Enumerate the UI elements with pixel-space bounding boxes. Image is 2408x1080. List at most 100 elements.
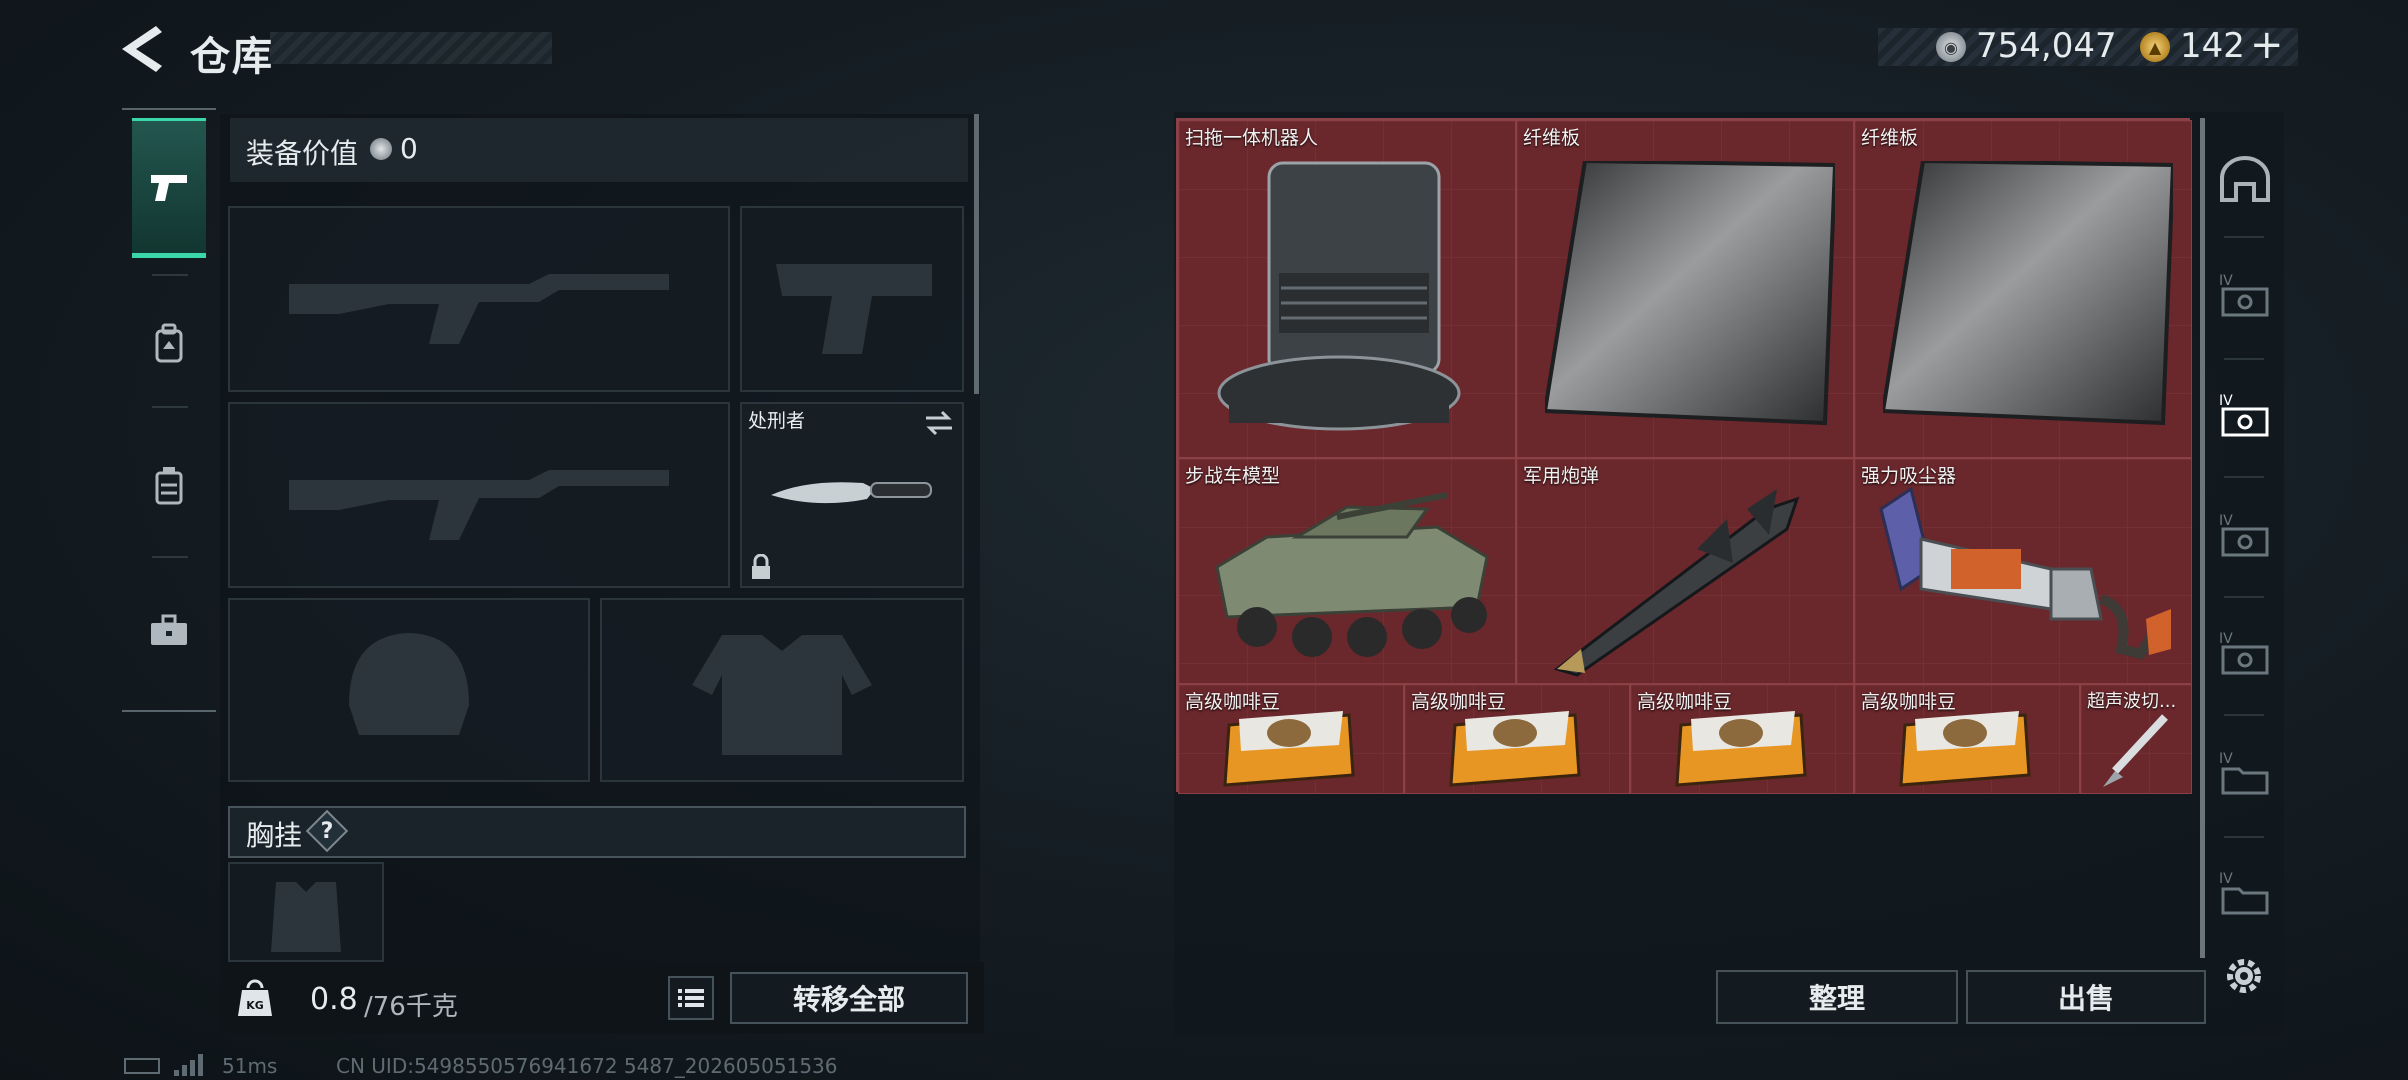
- vacuum-cleaner-icon: [1879, 486, 2171, 660]
- fiber-board-icon: [1545, 161, 1835, 426]
- storage-item[interactable]: 军用炮弹: [1516, 458, 1854, 684]
- storage-item[interactable]: 高级咖啡豆: [1630, 684, 1854, 794]
- folder-icon: IV: [2219, 871, 2269, 915]
- safe-box-icon: IV: [2219, 513, 2269, 557]
- nav-item-weapons[interactable]: [132, 118, 206, 258]
- rail-tab-storage-3[interactable]: IV: [2212, 500, 2278, 570]
- add-gold-button[interactable]: +: [2250, 22, 2284, 68]
- silver-coin-icon: ◉: [1936, 32, 1966, 62]
- storage-item[interactable]: 高级咖啡豆: [1854, 684, 2080, 794]
- equipment-scrollbar[interactable]: [974, 114, 979, 394]
- rail-tab-home[interactable]: [2212, 144, 2278, 214]
- page-title: 仓库: [190, 34, 274, 80]
- lock-icon: [752, 554, 770, 579]
- rig-silhouette-icon: [271, 882, 341, 952]
- gold-amount: 142: [2180, 26, 2245, 66]
- storage-grid: 扫拖一体机器人 纤维板 纤维板 步战车模型 军用炮弹 强力吸尘器 高级咖啡豆 高…: [1176, 118, 2192, 794]
- storage-item[interactable]: 纤维板: [1516, 120, 1854, 458]
- storage-item[interactable]: 强力吸尘器: [1854, 458, 2192, 684]
- chest-rig-slot[interactable]: [228, 862, 384, 962]
- item-label: 高级咖啡豆: [1411, 691, 1507, 713]
- title-stripe: [270, 32, 552, 64]
- weight-value: 0.8: [310, 982, 358, 1017]
- silver-amount: 754,047: [1976, 26, 2117, 66]
- settings-gear-icon[interactable]: [2220, 952, 2268, 1000]
- pistol-silhouette-icon: [776, 264, 932, 354]
- organize-button[interactable]: 整理: [1716, 970, 1958, 1024]
- sidearm-slot[interactable]: [740, 206, 964, 392]
- list-icon: [678, 989, 704, 1007]
- helmet-slot[interactable]: [228, 598, 590, 782]
- helmet-silhouette-icon: [349, 633, 469, 735]
- weight-max: /76千克: [364, 992, 458, 1022]
- military-shell-icon: [1553, 489, 1800, 677]
- battery-icon: [124, 1058, 160, 1074]
- swap-icon[interactable]: [924, 410, 954, 436]
- item-label: 高级咖啡豆: [1861, 691, 1957, 713]
- vest-icon: [155, 467, 183, 505]
- equipment-value-amount: 0: [400, 132, 418, 165]
- signal-icon: [174, 1054, 203, 1076]
- item-label: 高级咖啡豆: [1637, 691, 1733, 713]
- rail-tab-folder-1[interactable]: IV: [2212, 738, 2278, 808]
- item-label: 纤维板: [1523, 127, 1581, 149]
- storage-item[interactable]: 高级咖啡豆: [1404, 684, 1630, 794]
- melee-name: 处刑者: [748, 410, 806, 432]
- tier-label: IV: [2219, 273, 2233, 289]
- item-label: 步战车模型: [1185, 465, 1281, 487]
- storage-scrollbar[interactable]: [2200, 118, 2205, 958]
- robot-vacuum-icon: [1217, 161, 1461, 431]
- transfer-all-button[interactable]: 转移全部: [730, 972, 968, 1024]
- secondary-weapon-slot[interactable]: [228, 402, 730, 588]
- user-uid: CN UID:5498550576941672 5487_20260505153…: [336, 1054, 838, 1078]
- rail-tab-storage-4[interactable]: IV: [2212, 618, 2278, 688]
- item-label: 高级咖啡豆: [1185, 691, 1281, 713]
- ping-value: 51ms: [222, 1054, 278, 1078]
- safe-box-icon: IV: [2219, 393, 2269, 437]
- storage-item[interactable]: 扫拖一体机器人: [1178, 120, 1516, 458]
- nav-item-backpack[interactable]: [132, 274, 206, 414]
- gold-coin-icon: ▲: [2140, 32, 2170, 62]
- rail-tab-storage-2[interactable]: IV: [2212, 380, 2278, 450]
- item-label: 扫拖一体机器人: [1185, 127, 1319, 149]
- tier-label: IV: [2219, 751, 2233, 767]
- tier-label: IV: [2219, 393, 2233, 409]
- rifle-silhouette-icon: [289, 274, 669, 344]
- left-nav: [122, 108, 216, 712]
- coffee-bean-bag-icon: [1675, 711, 1807, 787]
- primary-weapon-slot[interactable]: [228, 206, 730, 392]
- item-label: 军用炮弹: [1523, 465, 1600, 487]
- back-arrow-icon[interactable]: [118, 22, 166, 76]
- list-view-button[interactable]: [668, 976, 714, 1020]
- ultrasonic-cutter-icon: [2103, 714, 2168, 787]
- body-armor-slot[interactable]: [600, 598, 964, 782]
- storage-item[interactable]: 超声波切...: [2080, 684, 2192, 794]
- shelter-icon: [2220, 156, 2270, 202]
- tier-label: IV: [2219, 513, 2233, 529]
- coffee-bean-bag-icon: [1899, 711, 2031, 787]
- storage-item[interactable]: 高级咖啡豆: [1178, 684, 1404, 794]
- storage-item[interactable]: 纤维板: [1854, 120, 2192, 458]
- help-icon[interactable]: ?: [312, 816, 342, 846]
- folder-icon: IV: [2219, 751, 2269, 795]
- tier-label: IV: [2219, 871, 2233, 887]
- rail-tab-folder-2[interactable]: IV: [2212, 858, 2278, 928]
- ifv-model-icon: [1215, 492, 1489, 657]
- melee-slot[interactable]: 处刑者: [740, 402, 964, 588]
- rifle-silhouette-icon: [289, 470, 669, 540]
- storage-item[interactable]: 步战车模型: [1178, 458, 1516, 684]
- tier-label: IV: [2219, 631, 2233, 647]
- pistol-icon: [151, 175, 187, 201]
- nav-item-toolbox[interactable]: [132, 560, 206, 700]
- toolbox-icon: [151, 614, 187, 645]
- safe-box-icon: IV: [2219, 273, 2269, 317]
- chest-rig-label: 胸挂: [246, 819, 303, 852]
- safe-box-icon: IV: [2219, 631, 2269, 675]
- item-label: 纤维板: [1861, 127, 1919, 149]
- rail-tab-storage-1[interactable]: IV: [2212, 260, 2278, 330]
- weight-icon-text: KG: [246, 999, 264, 1012]
- nav-item-vest[interactable]: [132, 416, 206, 556]
- armor-silhouette-icon: [692, 635, 872, 755]
- sell-button[interactable]: 出售: [1966, 970, 2206, 1024]
- item-label: 超声波切...: [2087, 691, 2177, 712]
